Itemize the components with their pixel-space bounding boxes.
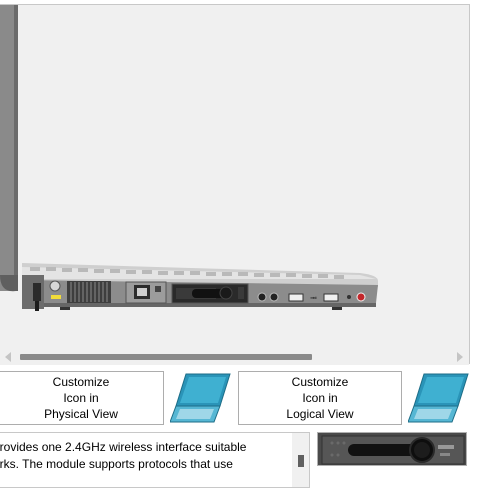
description-scrollbar-thumb[interactable]: [298, 455, 304, 467]
scroll-right-arrow[interactable]: [457, 352, 463, 362]
horizontal-scrollbar[interactable]: [0, 348, 469, 365]
laptop-icon: [170, 373, 231, 423]
wireless-module-image: [318, 433, 466, 465]
laptop-icon: [408, 373, 469, 423]
physical-device-view: ⭲: [0, 4, 470, 365]
description-line: provides one 2.4GHz wireless interface s…: [0, 440, 247, 454]
customize-icon-logical-view-button[interactable]: Customize Icon in Logical View: [238, 371, 402, 425]
svg-text:⭲: ⭲: [310, 294, 317, 304]
description-line: orks. The module supports protocols that…: [0, 457, 233, 471]
module-description-box[interactable]: provides one 2.4GHz wireless interface s…: [0, 432, 310, 488]
description-scrollbar[interactable]: [292, 433, 309, 487]
laptop-side-view: ⭲: [0, 5, 378, 311]
module-description-text: provides one 2.4GHz wireless interface s…: [0, 439, 285, 473]
wireless-module-icon[interactable]: [317, 432, 467, 466]
customize-icon-physical-view-button[interactable]: Customize Icon in Physical View: [0, 371, 164, 425]
customize-logical-label: Customize Icon in Logical View: [286, 375, 354, 421]
scrollbar-thumb[interactable]: [20, 354, 312, 360]
customize-physical-label: Customize Icon in Physical View: [44, 375, 118, 421]
scroll-left-arrow[interactable]: [5, 352, 11, 362]
